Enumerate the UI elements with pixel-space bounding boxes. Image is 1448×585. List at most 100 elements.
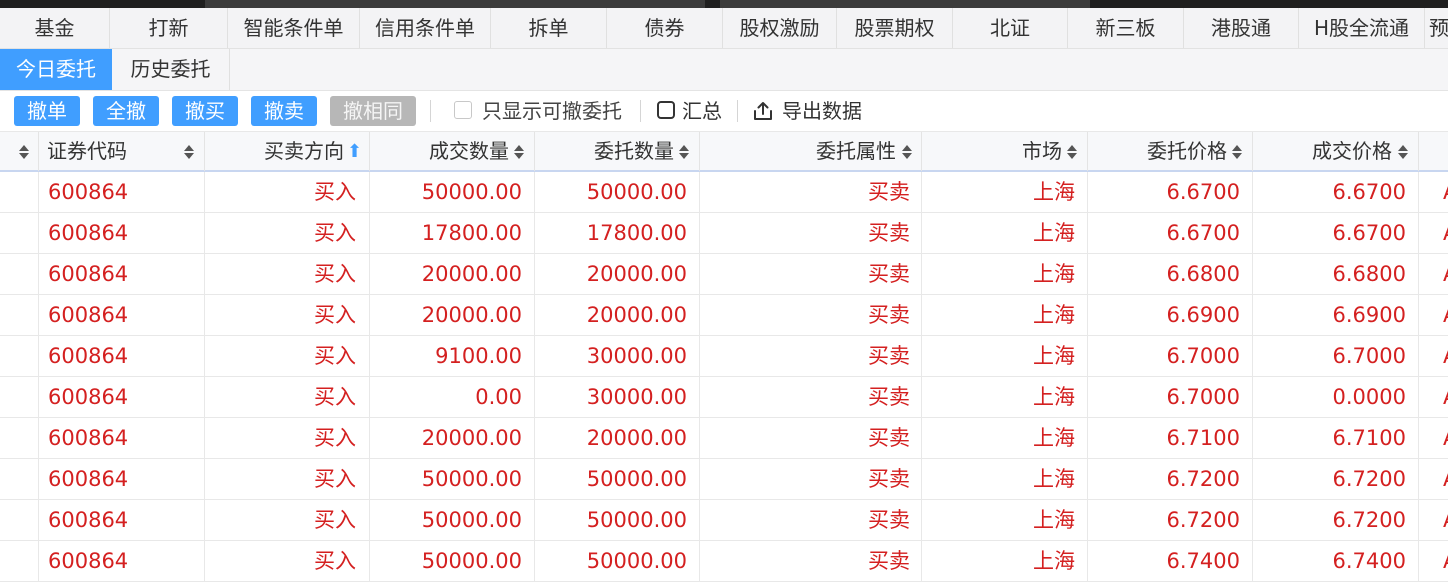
order-attribute-cell: 买卖 <box>700 172 922 212</box>
sort-icon[interactable] <box>19 145 29 159</box>
table-row[interactable]: 600864 买入 20000.00 20000.00 买卖 上海 6.6900… <box>0 295 1448 336</box>
row-select-cell[interactable] <box>0 336 39 376</box>
market-cell: 上海 <box>922 254 1088 294</box>
filled-quantity-cell: 50000.00 <box>370 172 535 212</box>
security-code-cell: 600864 <box>39 541 205 581</box>
tab-h-share-full-circulation[interactable]: H股全流通 <box>1299 8 1425 48</box>
tab-hk-connect[interactable]: 港股通 <box>1184 8 1299 48</box>
export-icon[interactable] <box>752 100 774 122</box>
fill-price-cell: 6.7200 <box>1253 459 1419 499</box>
tab-smart-condition-order[interactable]: 智能条件单 <box>228 8 360 48</box>
filled-quantity-cell: 20000.00 <box>370 254 535 294</box>
market-cell: 上海 <box>922 336 1088 376</box>
header-security-code[interactable]: 证券代码 <box>39 132 205 171</box>
row-select-cell[interactable] <box>0 213 39 253</box>
row-select-cell[interactable] <box>0 295 39 335</box>
header-select-column[interactable] <box>0 132 39 171</box>
order-attribute-cell: 买卖 <box>700 500 922 540</box>
cancel-order-button[interactable]: 撤单 <box>14 96 80 126</box>
tab-history-orders[interactable]: 历史委托 <box>112 49 230 90</box>
cancel-all-button[interactable]: 全撤 <box>93 96 159 126</box>
order-price-cell: 6.6900 <box>1088 295 1253 335</box>
order-price-cell: 6.7100 <box>1088 418 1253 458</box>
only-cancelable-checkbox[interactable] <box>454 101 472 119</box>
header-fill-price[interactable]: 成交价格 <box>1253 132 1419 171</box>
cancel-buy-button[interactable]: 撤买 <box>172 96 238 126</box>
header-trade-direction[interactable]: 买卖方向 ⬆ <box>205 132 370 171</box>
order-price-cell: 6.6700 <box>1088 213 1253 253</box>
summary-checkbox[interactable] <box>657 101 675 119</box>
market-cell: 上海 <box>922 172 1088 212</box>
header-filled-quantity[interactable]: 成交数量 <box>370 132 535 171</box>
sort-icon[interactable] <box>1232 145 1242 159</box>
row-select-cell[interactable] <box>0 254 39 294</box>
tab-fund[interactable]: 基金 <box>0 8 110 48</box>
table-row[interactable]: 600864 买入 50000.00 50000.00 买卖 上海 6.7200… <box>0 459 1448 500</box>
tab-split-order[interactable]: 拆单 <box>491 8 607 48</box>
only-cancelable-label[interactable]: 只显示可撤委托 <box>482 91 622 131</box>
order-quantity-cell: 30000.00 <box>535 377 700 417</box>
table-row[interactable]: 600864 买入 50000.00 50000.00 买卖 上海 6.7400… <box>0 541 1448 582</box>
header-label: 委托数量 <box>594 139 674 163</box>
table-row[interactable]: 600864 买入 0.00 30000.00 买卖 上海 6.7000 0.0… <box>0 377 1448 418</box>
tab-beijing-exchange[interactable]: 北证 <box>953 8 1068 48</box>
fill-price-cell: 6.6700 <box>1253 213 1419 253</box>
order-quantity-cell: 50000.00 <box>535 172 700 212</box>
order-toolbar: 撤单 全撤 撤买 撤卖 撤相同 只显示可撤委托 汇总 导出数据 <box>0 91 1448 131</box>
table-row[interactable]: 600864 买入 50000.00 50000.00 买卖 上海 6.6700… <box>0 172 1448 213</box>
header-order-quantity[interactable]: 委托数量 <box>535 132 700 171</box>
sort-icon[interactable] <box>514 145 524 159</box>
filled-quantity-cell: 50000.00 <box>370 500 535 540</box>
overflow-cell: A <box>1419 377 1448 417</box>
table-row[interactable]: 600864 买入 50000.00 50000.00 买卖 上海 6.7200… <box>0 500 1448 541</box>
export-data-button[interactable]: 导出数据 <box>782 91 862 131</box>
tab-ipo[interactable]: 打新 <box>110 8 228 48</box>
trade-direction-cell: 买入 <box>205 500 370 540</box>
header-label: 成交数量 <box>429 139 509 163</box>
row-select-cell[interactable] <box>0 500 39 540</box>
sort-icon[interactable] <box>679 145 689 159</box>
order-price-cell: 6.7400 <box>1088 541 1253 581</box>
row-select-cell[interactable] <box>0 541 39 581</box>
overflow-cell: A <box>1419 254 1448 294</box>
tab-today-orders[interactable]: 今日委托 <box>0 49 112 90</box>
order-quantity-cell: 50000.00 <box>535 541 700 581</box>
filled-quantity-cell: 50000.00 <box>370 459 535 499</box>
sort-icon[interactable] <box>1398 145 1408 159</box>
order-sub-tabs: 今日委托 历史委托 <box>0 49 1448 91</box>
sort-icon[interactable] <box>184 145 194 159</box>
header-order-price[interactable]: 委托价格 <box>1088 132 1253 171</box>
tab-stock-options[interactable]: 股票期权 <box>837 8 953 48</box>
order-attribute-cell: 买卖 <box>700 213 922 253</box>
tab-equity-incentive[interactable]: 股权激励 <box>723 8 837 48</box>
trade-direction-cell: 买入 <box>205 213 370 253</box>
sort-icon[interactable] <box>1067 145 1077 159</box>
row-select-cell[interactable] <box>0 377 39 417</box>
filled-quantity-cell: 20000.00 <box>370 418 535 458</box>
table-row[interactable]: 600864 买入 20000.00 20000.00 买卖 上海 6.6800… <box>0 254 1448 295</box>
tab-credit-condition-order[interactable]: 信用条件单 <box>360 8 491 48</box>
row-select-cell[interactable] <box>0 172 39 212</box>
fill-price-cell: 6.7400 <box>1253 541 1419 581</box>
table-row[interactable]: 600864 买入 17800.00 17800.00 买卖 上海 6.6700… <box>0 213 1448 254</box>
tab-bonds[interactable]: 债券 <box>607 8 723 48</box>
row-select-cell[interactable] <box>0 459 39 499</box>
sort-ascending-icon[interactable]: ⬆ <box>347 132 362 171</box>
table-row[interactable]: 600864 买入 9100.00 30000.00 买卖 上海 6.7000 … <box>0 336 1448 377</box>
row-select-cell[interactable] <box>0 418 39 458</box>
sort-icon[interactable] <box>902 145 912 159</box>
overflow-cell: A <box>1419 172 1448 212</box>
summary-label[interactable]: 汇总 <box>682 91 722 131</box>
overflow-cell: A <box>1419 459 1448 499</box>
tab-more[interactable]: 预 <box>1425 8 1448 48</box>
cancel-sell-button[interactable]: 撤卖 <box>251 96 317 126</box>
order-attribute-cell: 买卖 <box>700 295 922 335</box>
cancel-same-button[interactable]: 撤相同 <box>330 96 416 126</box>
table-row[interactable]: 600864 买入 20000.00 20000.00 买卖 上海 6.7100… <box>0 418 1448 459</box>
header-order-attribute[interactable]: 委托属性 <box>700 132 922 171</box>
tab-neeq[interactable]: 新三板 <box>1068 8 1184 48</box>
header-market[interactable]: 市场 <box>922 132 1088 171</box>
order-price-cell: 6.7200 <box>1088 459 1253 499</box>
order-quantity-cell: 30000.00 <box>535 336 700 376</box>
order-attribute-cell: 买卖 <box>700 377 922 417</box>
